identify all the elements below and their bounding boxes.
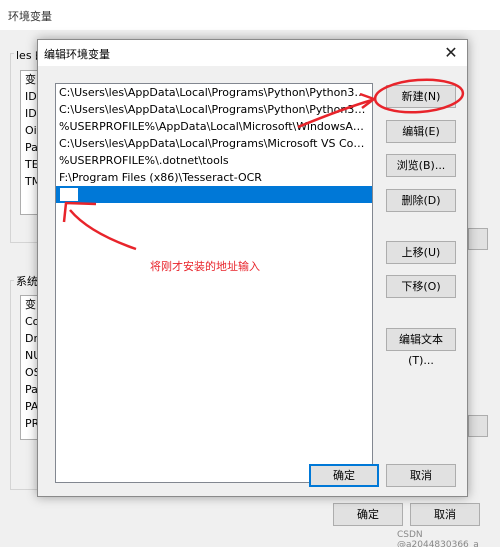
bg-window-title: 环境变量 — [8, 10, 52, 23]
dialog-title: 编辑环境变量 — [44, 48, 110, 61]
path-list[interactable]: C:\Users\les\AppData\Local\Programs\Pyth… — [55, 83, 373, 483]
path-item-new-selected[interactable] — [56, 186, 372, 203]
bg-button-fragment[interactable] — [468, 415, 488, 437]
ok-button[interactable]: 确定 — [309, 464, 379, 487]
bg-cancel-button[interactable]: 取消 — [410, 503, 480, 526]
path-item-1[interactable]: C:\Users\les\AppData\Local\Programs\Pyth… — [56, 101, 372, 118]
path-edit-input[interactable] — [59, 187, 79, 202]
path-item-0[interactable]: C:\Users\les\AppData\Local\Programs\Pyth… — [56, 84, 372, 101]
watermark: CSDN @a2044830366_a — [397, 530, 479, 547]
close-icon[interactable]: ✕ — [441, 43, 461, 63]
bg-titlebar: 环境变量 — [0, 0, 500, 30]
annotation-text: 将刚才安装的地址输入 — [150, 260, 260, 273]
path-item-5[interactable]: F:\Program Files (x86)\Tesseract-OCR — [56, 169, 372, 186]
dialog-titlebar: 编辑环境变量 ✕ — [38, 40, 467, 66]
move-down-button[interactable]: 下移(O) — [386, 275, 456, 298]
browse-button[interactable]: 浏览(B)... — [386, 154, 456, 177]
path-item-3[interactable]: C:\Users\les\AppData\Local\Programs\Micr… — [56, 135, 372, 152]
cancel-button[interactable]: 取消 — [386, 464, 456, 487]
delete-button[interactable]: 删除(D) — [386, 189, 456, 212]
bg-button-fragment[interactable] — [468, 228, 488, 250]
new-button[interactable]: 新建(N) — [386, 85, 456, 108]
edit-button[interactable]: 编辑(E) — [386, 120, 456, 143]
path-item-4[interactable]: %USERPROFILE%\.dotnet\tools — [56, 152, 372, 169]
bg-ok-button[interactable]: 确定 — [333, 503, 403, 526]
move-up-button[interactable]: 上移(U) — [386, 241, 456, 264]
edit-text-button[interactable]: 编辑文本(T)... — [386, 328, 456, 367]
path-item-2[interactable]: %USERPROFILE%\AppData\Local\Microsoft\Wi… — [56, 118, 372, 135]
